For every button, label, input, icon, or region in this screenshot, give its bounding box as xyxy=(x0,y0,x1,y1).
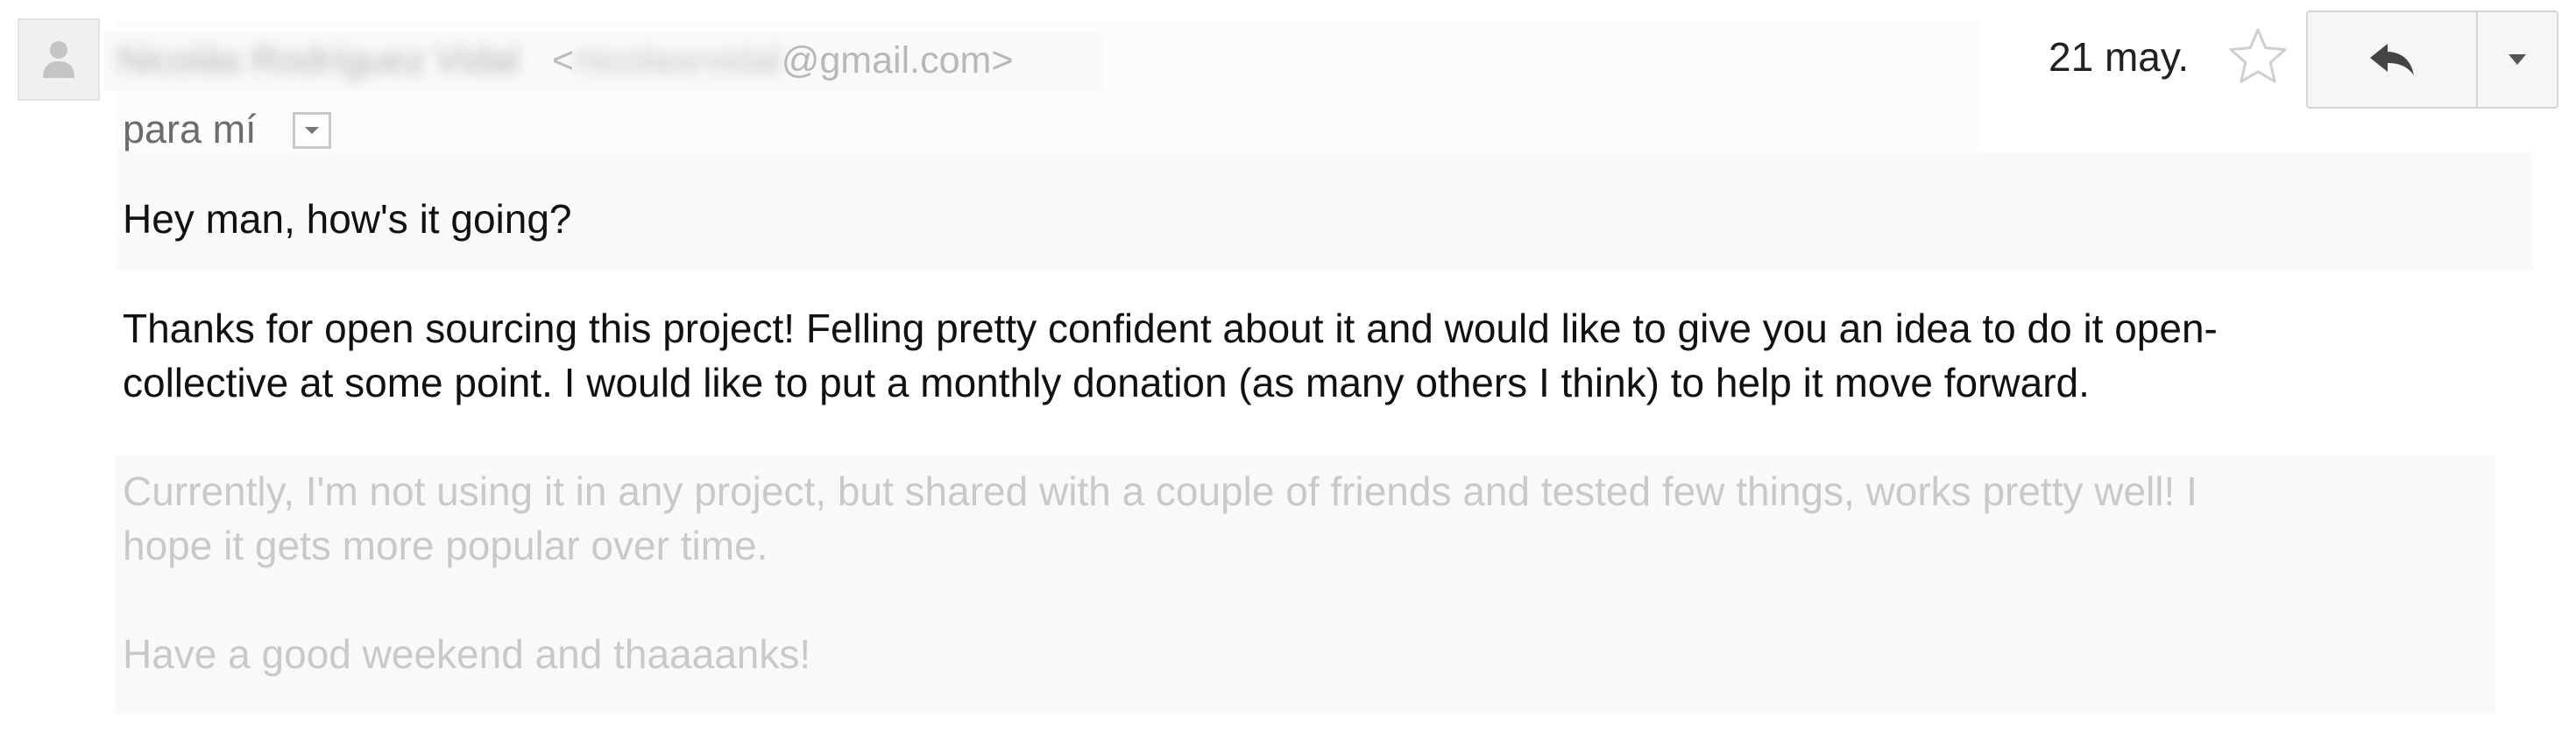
email-close-bracket: > xyxy=(991,39,1014,81)
paragraph-2-line-2: hope it gets more popular over time. xyxy=(123,523,768,568)
closing-text: Have a good weekend and thaaaanks! xyxy=(123,631,811,677)
paragraph-1-line-2: collective at some point. I would like t… xyxy=(123,360,2090,405)
more-actions-button[interactable] xyxy=(2478,12,2557,107)
star-button[interactable] xyxy=(2227,26,2289,88)
reply-button-group xyxy=(2306,11,2558,109)
sender-email[interactable]: <nicolasrvidal@gmail.com> xyxy=(552,37,1013,84)
email-domain: @gmail.com xyxy=(781,39,992,81)
message-date: 21 may. xyxy=(2049,34,2190,80)
paragraph-1-line-1: Thanks for open sourcing this project! F… xyxy=(123,306,2218,351)
email-open-bracket: < xyxy=(552,39,575,81)
recipient-label: para mí xyxy=(123,107,257,151)
greeting-text: Hey man, how's it going? xyxy=(123,196,572,242)
star-outline-icon xyxy=(2229,28,2287,83)
dropdown-arrow-icon xyxy=(305,127,319,134)
reply-arrow-icon xyxy=(2370,44,2414,75)
avatar[interactable] xyxy=(18,18,100,101)
recipient-details-toggle[interactable] xyxy=(293,112,331,149)
reply-button[interactable] xyxy=(2308,12,2478,107)
email-user: nicolasrvidal xyxy=(574,39,782,81)
person-icon xyxy=(43,41,74,78)
caret-down-icon xyxy=(2509,54,2526,65)
sender-name[interactable]: Nicolás Rodríguez Vidal xyxy=(117,37,519,84)
email-message-view: Nicolás Rodríguez Vidal <nicolasrvidal@g… xyxy=(0,0,2576,732)
paragraph-2-line-1: Currently, I'm not using it in any proje… xyxy=(123,468,2197,514)
